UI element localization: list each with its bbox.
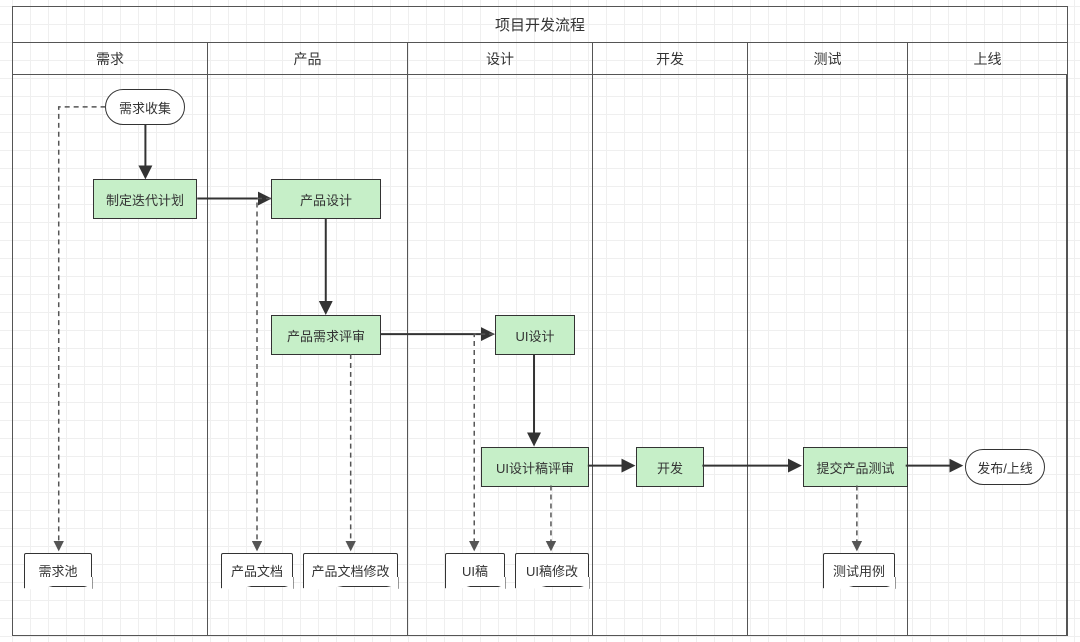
doc-prod-doc-mod[interactable]: 产品文档修改 xyxy=(303,553,398,587)
node-dev[interactable]: 开发 xyxy=(636,447,704,487)
doc-req-pool[interactable]: 需求池 xyxy=(24,553,92,587)
lane-header-design: 设计 xyxy=(408,43,593,74)
node-collect[interactable]: 需求收集 xyxy=(105,89,185,125)
edges xyxy=(13,75,1067,635)
swimlane-container: 项目开发流程 需求 产品 设计 开发 测试 上线 需求收集 制定迭代计划 产品设… xyxy=(12,6,1068,636)
lane-header-online: 上线 xyxy=(908,43,1067,74)
node-release[interactable]: 发布/上线 xyxy=(965,449,1045,485)
node-submit-test[interactable]: 提交产品测试 xyxy=(803,447,908,487)
doc-ui-draft[interactable]: UI稿 xyxy=(445,553,505,587)
lanes-body: 需求收集 制定迭代计划 产品设计 产品需求评审 UI设计 UI设计稿评审 开发 … xyxy=(13,75,1067,635)
doc-test-case[interactable]: 测试用例 xyxy=(823,553,895,587)
node-prod-review[interactable]: 产品需求评审 xyxy=(271,315,381,355)
node-iter-plan[interactable]: 制定迭代计划 xyxy=(93,179,197,219)
lane-header-req: 需求 xyxy=(13,43,208,74)
doc-ui-draft-mod[interactable]: UI稿修改 xyxy=(515,553,589,587)
node-ui-review[interactable]: UI设计稿评审 xyxy=(481,447,589,487)
lane-header-dev: 开发 xyxy=(593,43,748,74)
diagram-title: 项目开发流程 xyxy=(13,7,1067,43)
node-ui-design[interactable]: UI设计 xyxy=(495,315,575,355)
lane-header-prod: 产品 xyxy=(208,43,408,74)
lane-header-test: 测试 xyxy=(748,43,908,74)
node-prod-design[interactable]: 产品设计 xyxy=(271,179,381,219)
lanes-header: 需求 产品 设计 开发 测试 上线 xyxy=(13,43,1067,75)
doc-prod-doc[interactable]: 产品文档 xyxy=(221,553,293,587)
